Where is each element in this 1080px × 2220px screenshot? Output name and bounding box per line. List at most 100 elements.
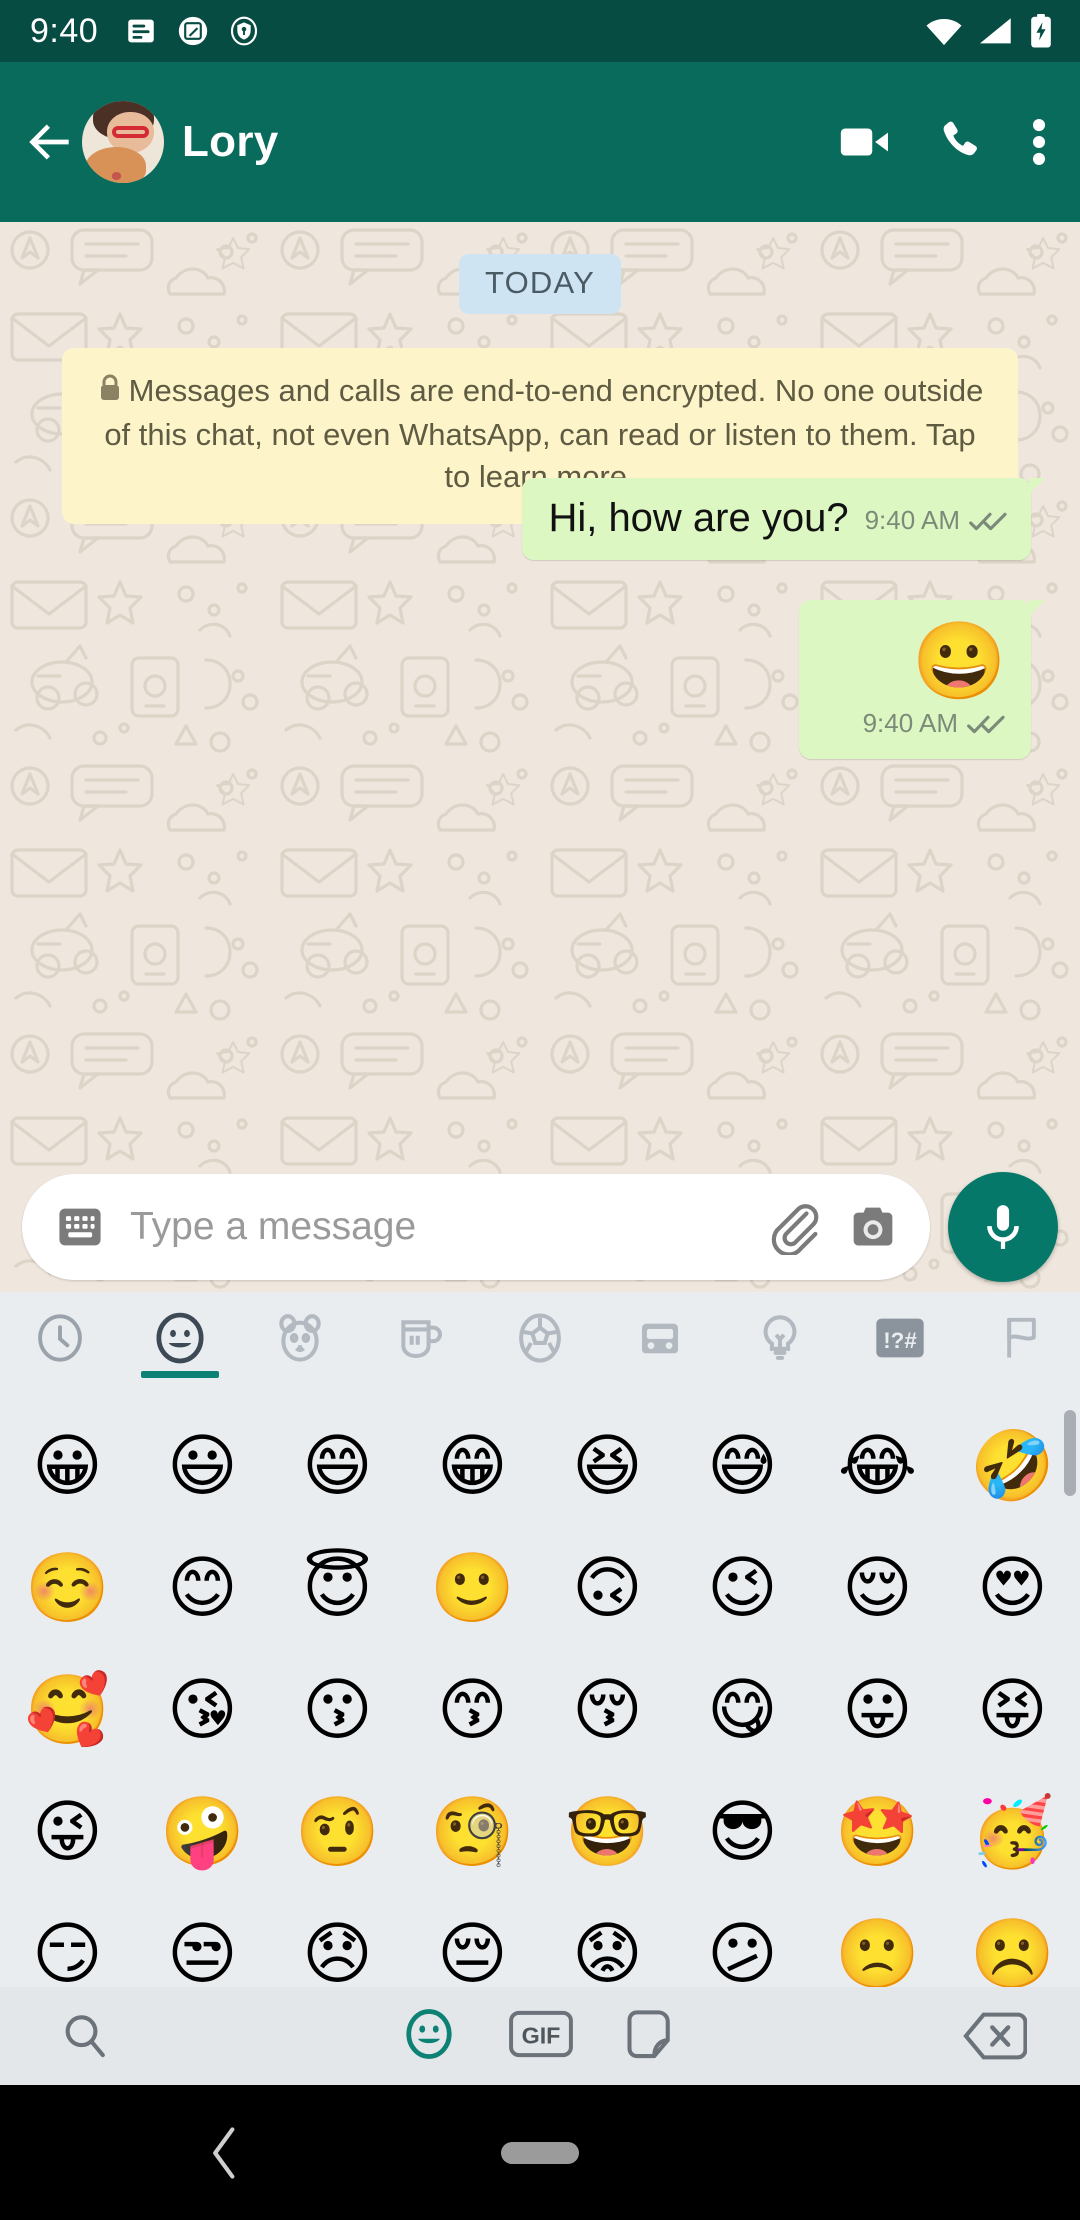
emoji-cell[interactable]: 😚	[540, 1650, 675, 1772]
encryption-notice-text: Messages and calls are end-to-end encryp…	[104, 373, 984, 494]
emoji-row: 😀 😃 😄 😁 😆 😅 😂 🤣	[0, 1406, 1080, 1528]
svg-text:GIF: GIF	[522, 2022, 561, 2048]
emoji-cell[interactable]: 😂	[810, 1406, 945, 1528]
emoji-category-travel[interactable]	[600, 1292, 720, 1384]
emoji-cell[interactable]: 😎	[675, 1772, 810, 1894]
vpn-key-shield-icon	[231, 16, 258, 46]
emoji-category-animals[interactable]	[240, 1292, 360, 1384]
message-bubble-outgoing-text[interactable]: Hi, how are you? 9:40 AM	[522, 478, 1045, 560]
emoji-cell[interactable]: 😇	[270, 1528, 405, 1650]
voice-call-icon[interactable]	[934, 115, 988, 169]
status-bar-system-icons	[924, 13, 1054, 49]
emoji-cell[interactable]: 🤨	[270, 1772, 405, 1894]
emoji-cell[interactable]: 😄	[270, 1406, 405, 1528]
paperclip-attach-icon[interactable]	[768, 1199, 824, 1255]
emoji-cell[interactable]: 😃	[135, 1406, 270, 1528]
active-tab-underline	[141, 1371, 219, 1378]
emoji-cell[interactable]: 😆	[540, 1406, 675, 1528]
emoji-grid[interactable]: 😀 😃 😄 😁 😆 😅 😂 🤣 ☺️ 😊 😇 🙂 🙃 😉 😌 😍 🥰 😘 😗 😙…	[0, 1384, 1080, 2087]
emoji-category-food[interactable]	[360, 1292, 480, 1384]
emoji-cell[interactable]: 😌	[810, 1528, 945, 1650]
emoji-category-recent[interactable]	[0, 1292, 120, 1384]
avatar[interactable]	[82, 101, 164, 183]
emoji-cell[interactable]: 🙂	[405, 1528, 540, 1650]
emoji-cell[interactable]: 😛	[810, 1650, 945, 1772]
bubble-tail	[1029, 478, 1045, 494]
emoji-cell[interactable]: 🤩	[810, 1772, 945, 1894]
emoji-toolbar-tabs: GIF	[170, 2007, 910, 2066]
emoji-cell[interactable]: 🤣	[945, 1406, 1080, 1528]
avatar-dog-nose	[111, 172, 122, 180]
emoji-cell[interactable]: 🧐	[405, 1772, 540, 1894]
message-meta: 9:40 AM	[863, 708, 1007, 745]
emoji-bottom-toolbar: GIF	[0, 1987, 1080, 2085]
emoji-search-button[interactable]	[0, 2010, 170, 2062]
message-bubble-outgoing-emoji[interactable]: 😀 9:40 AM	[799, 600, 1045, 759]
svg-text:!?#: !?#	[883, 1328, 917, 1353]
emoji-cell[interactable]: 😗	[270, 1650, 405, 1772]
contact-name[interactable]: Lory	[182, 117, 279, 167]
emoji-cell[interactable]: 🤪	[135, 1772, 270, 1894]
battery-charging-icon	[1031, 13, 1051, 48]
emoji-cell[interactable]: 😁	[405, 1406, 540, 1528]
microphone-icon	[987, 1205, 1019, 1249]
wifi-icon	[926, 19, 962, 46]
message-text: Hi, how are you?	[548, 496, 849, 540]
status-bar: 9:40	[0, 0, 1080, 62]
emoji-cell[interactable]: 😀	[0, 1406, 135, 1528]
emoji-cell[interactable]: 🤓	[540, 1772, 675, 1894]
bubble-tail	[1029, 600, 1045, 616]
read-double-check-icon	[967, 715, 1005, 733]
emoji-category-activity[interactable]	[480, 1292, 600, 1384]
avatar-glasses	[111, 125, 150, 138]
emoji-cell[interactable]: 😋	[675, 1650, 810, 1772]
message-input-row: Type a message	[0, 1162, 1080, 1292]
emoji-cell[interactable]: 😉	[675, 1528, 810, 1650]
date-divider-badge: TODAY	[459, 254, 621, 314]
emoji-cell[interactable]: 😍	[945, 1528, 1080, 1650]
chat-message-area[interactable]: TODAY Messages and calls are end-to-end …	[0, 222, 1080, 1292]
message-input-container[interactable]: Type a message	[22, 1174, 930, 1280]
emoji-category-objects[interactable]	[720, 1292, 840, 1384]
emoji-grid-scrollbar[interactable]	[1064, 1410, 1076, 1496]
emoji-cell[interactable]: 😅	[675, 1406, 810, 1528]
message-timestamp: 9:40 AM	[864, 505, 960, 535]
emoji-cell[interactable]: 🙃	[540, 1528, 675, 1650]
emoji-row: 😜 🤪 🤨 🧐 🤓 😎 🤩 🥳	[0, 1772, 1080, 1894]
emoji-category-symbols[interactable]: !?#	[840, 1292, 960, 1384]
emoji-cell[interactable]: ☺️	[0, 1528, 135, 1650]
message-emoji: 😀	[912, 619, 1007, 704]
emoji-picker-panel[interactable]: !?# 😀 😃 😄 😁 😆 �	[0, 1292, 1080, 2087]
video-call-icon[interactable]	[836, 113, 894, 171]
more-options-icon[interactable]	[1028, 113, 1050, 171]
emoji-category-smileys[interactable]	[120, 1292, 240, 1384]
chat-app-bar: Lory	[0, 62, 1080, 222]
emoji-category-flags[interactable]	[960, 1292, 1080, 1384]
emoji-tab-button[interactable]	[402, 2007, 456, 2066]
backspace-delete-button[interactable]	[910, 2011, 1080, 2061]
emoji-cell[interactable]: 😜	[0, 1772, 135, 1894]
emoji-cell[interactable]: 😘	[135, 1650, 270, 1772]
message-meta: 9:40 AM	[865, 505, 1009, 542]
cellular-signal-icon	[979, 18, 1011, 44]
nav-home-pill[interactable]	[501, 2141, 579, 2164]
notes-notification-icon	[128, 19, 154, 43]
emoji-row: ☺️ 😊 😇 🙂 🙃 😉 😌 😍	[0, 1528, 1080, 1650]
nav-back-chevron-icon[interactable]	[210, 2126, 240, 2180]
screenshot-edit-icon	[179, 16, 208, 46]
phone-screen: 9:40 Lory TODAY Messages and calls are e…	[0, 0, 1080, 2220]
emoji-cell[interactable]: 🥳	[945, 1772, 1080, 1894]
gif-tab-button[interactable]: GIF	[508, 2008, 574, 2065]
keyboard-icon[interactable]	[54, 1201, 106, 1253]
voice-record-button[interactable]	[948, 1172, 1058, 1282]
message-input-placeholder[interactable]: Type a message	[130, 1205, 768, 1249]
emoji-cell[interactable]: 🥰	[0, 1650, 135, 1772]
emoji-cell[interactable]: 😊	[135, 1528, 270, 1650]
sticker-tab-button[interactable]	[626, 2007, 678, 2066]
emoji-cell[interactable]: 😝	[945, 1650, 1080, 1772]
emoji-category-tabs: !?#	[0, 1292, 1080, 1384]
camera-icon[interactable]	[846, 1200, 900, 1254]
emoji-cell[interactable]: 😙	[405, 1650, 540, 1772]
back-arrow-icon[interactable]	[22, 114, 78, 170]
app-bar-actions	[836, 113, 1056, 171]
